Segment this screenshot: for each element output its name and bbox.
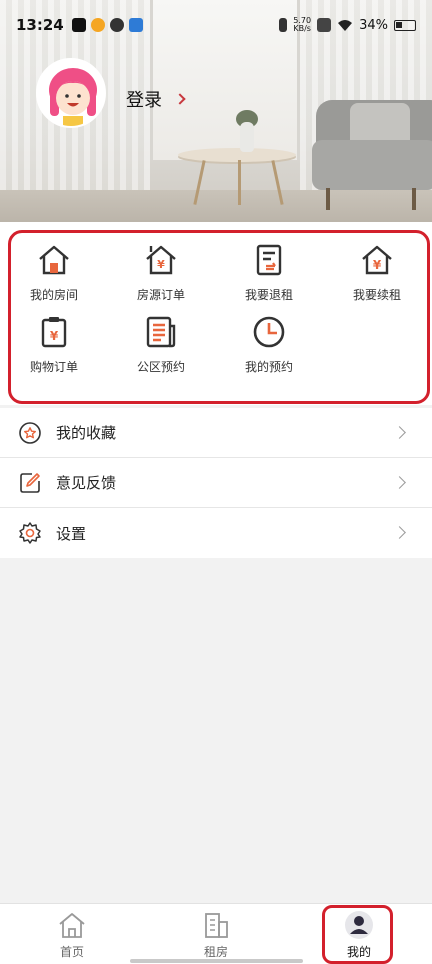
sim-off-icon [317, 18, 332, 32]
wifi-icon [338, 19, 353, 31]
app-notification-icon [128, 18, 143, 32]
table-decor [178, 148, 296, 162]
quick-label: 我的房间 [29, 288, 78, 302]
net-speed-unit: KB/s [293, 24, 311, 33]
menu-item-favorites[interactable]: 我的收藏 [0, 408, 432, 458]
quick-listing-orders[interactable]: ¥ 房源订单 [115, 242, 207, 303]
quick-renew[interactable]: ¥ 我要续租 [331, 242, 423, 303]
battery-icon [394, 19, 416, 31]
chevron-right-icon [393, 426, 406, 439]
svg-text:¥: ¥ [157, 258, 165, 271]
building-icon [205, 913, 228, 938]
vibrate-icon [279, 18, 288, 32]
vase-decor [240, 122, 254, 152]
floor-decor [0, 190, 432, 222]
nav-mine[interactable]: 我的 [309, 910, 409, 960]
quick-label: 我的预约 [244, 360, 293, 374]
renew-house-yen-icon: ¥ [362, 245, 392, 275]
svg-text:¥: ¥ [373, 258, 382, 272]
menu-label: 意见反馈 [56, 474, 117, 492]
weibo-icon [90, 18, 105, 32]
status-app-icons [71, 18, 143, 32]
menu-label: 设置 [56, 524, 87, 543]
home-icon [59, 913, 85, 938]
home-indicator[interactable] [130, 959, 303, 963]
quick-checkout[interactable]: 我要退租 [223, 242, 315, 303]
quick-label: 房源订单 [136, 288, 185, 302]
nav-label: 租房 [203, 945, 228, 959]
sofa-leg [326, 188, 330, 210]
tiktok-icon [71, 18, 86, 32]
nav-label: 首页 [59, 945, 84, 959]
quick-my-room[interactable]: 我的房间 [8, 242, 100, 303]
menu-label: 我的收藏 [56, 424, 117, 442]
newspaper-icon [146, 316, 176, 348]
battery-percent: 34% [359, 17, 388, 33]
profile-icon [345, 911, 373, 939]
menu-item-feedback[interactable]: 意见反馈 [0, 458, 432, 508]
chevron-right-icon [393, 526, 406, 539]
quick-label: 我要续租 [352, 288, 401, 302]
avatar[interactable] [36, 58, 106, 128]
chevron-right-icon [393, 476, 406, 489]
login-label: 登录 [126, 90, 162, 111]
nav-label: 我的 [346, 945, 371, 959]
sofa-leg [412, 188, 416, 210]
favorite-icon [19, 421, 41, 444]
quick-shopping-orders[interactable]: ¥ 购物订单 [8, 314, 100, 375]
quick-label: 我要退租 [244, 288, 293, 302]
quick-my-booking[interactable]: 我的预约 [223, 314, 315, 375]
house-yen-icon: ¥ [146, 245, 176, 275]
chevron-right-icon [174, 93, 186, 105]
nav-home[interactable]: 首页 [22, 910, 122, 960]
sofa-seat-decor [312, 140, 432, 190]
feedback-edit-icon [20, 472, 40, 493]
quick-public-booking[interactable]: 公区预约 [115, 314, 207, 375]
checkout-doc-icon [256, 244, 282, 276]
net-speed: 5.70 KB/s [293, 17, 311, 33]
status-time: 13:24 [16, 16, 64, 34]
table-leg [238, 160, 241, 205]
clipboard-yen-icon: ¥ [41, 317, 67, 348]
status-right: 5.70 KB/s 34% [279, 17, 416, 33]
settings-list: 我的收藏 意见反馈 设置 [0, 408, 432, 558]
svg-text:¥: ¥ [50, 329, 59, 343]
settings-gear-icon [19, 522, 41, 544]
house-icon [39, 245, 69, 275]
menu-item-settings[interactable]: 设置 [0, 508, 432, 558]
nav-rent[interactable]: 租房 [166, 910, 266, 960]
quick-label: 公区预约 [136, 360, 185, 374]
status-bar: 13:24 5.70 KB/s 34% [0, 0, 432, 50]
quick-label: 购物订单 [29, 360, 78, 374]
login-button[interactable]: 登录 [126, 86, 186, 112]
clock-icon [253, 316, 285, 348]
sync-icon [109, 18, 124, 32]
bottom-nav: 首页 租房 我的 [0, 903, 432, 964]
